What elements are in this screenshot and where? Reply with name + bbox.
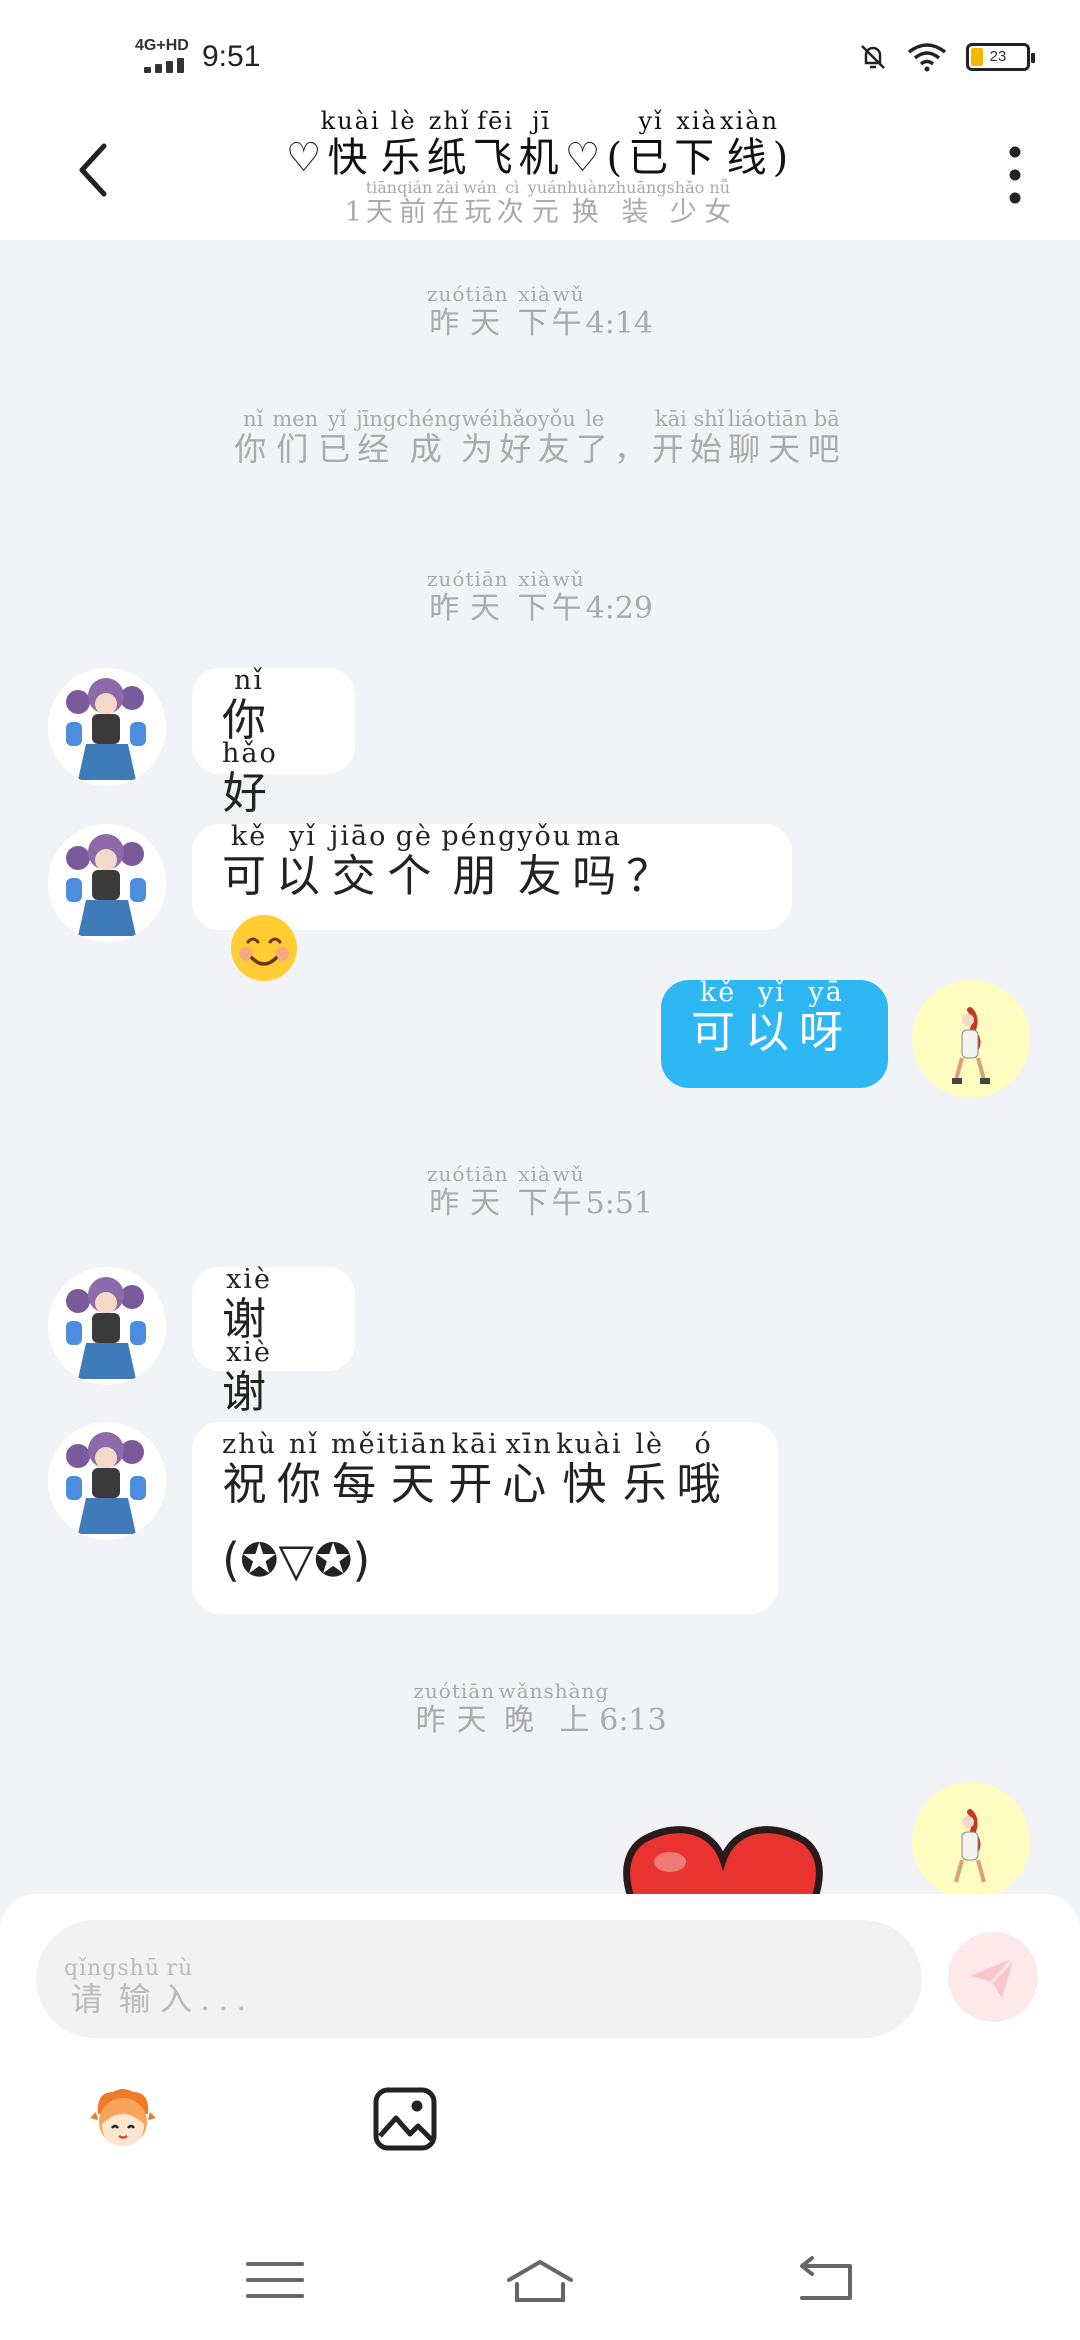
avatar-girl-icon	[66, 1432, 146, 1534]
message-bubble-outgoing[interactable]: 可kě以yǐ呀yā	[661, 977, 888, 1088]
emoji-mascot-icon[interactable]	[88, 2084, 158, 2154]
mute-bell-icon	[861, 45, 885, 69]
status-time: 9:51	[202, 40, 261, 73]
signal-icon	[144, 58, 184, 73]
battery-icon: 23	[966, 43, 1035, 71]
chat-subtitle: 1天tiān前qián在zài玩wán次cì元yuán换huàn装zhuāng少…	[344, 178, 736, 228]
status-icons: 23	[858, 42, 1035, 72]
avatar-girl-icon	[66, 678, 146, 780]
smiling-face-emoji	[231, 915, 297, 982]
avatar-redhair-icon	[952, 1007, 990, 1084]
system-nav-bar	[0, 2220, 1080, 2340]
contact-avatar[interactable]	[48, 824, 166, 942]
chat-header: ♡快kuài乐lè纸zhǐ飞fēi机jī♡(已yǐ下xià线xiàn) 1天ti…	[0, 107, 1080, 240]
message-bubble-incoming[interactable]: 可kě以yǐ交jiāo个gè朋péng友yǒu吗ma？	[192, 821, 792, 982]
image-icon[interactable]	[370, 2084, 440, 2154]
avatar-girl-icon	[66, 834, 146, 936]
system-message: 你nǐ们men已yǐ经jīng成chéng为wéi好hǎo友yǒu了le，开kā…	[234, 407, 846, 468]
timestamp: 昨zuó天tiān 下xià午wǔ4:14	[426, 282, 653, 341]
battery-percent: 23	[989, 48, 1007, 65]
message-bubble-incoming[interactable]: 谢xiè谢xiè	[192, 1264, 355, 1418]
message-bubble-incoming[interactable]: 祝zhù你nǐ每měi天tiān开kāi心xīn快kuài乐lè哦ó (✪▽✪)	[192, 1422, 778, 1614]
message-bubble-incoming[interactable]: 你nǐ好hǎo	[192, 665, 355, 819]
more-vertical-icon[interactable]	[995, 140, 1035, 210]
contact-avatar[interactable]	[48, 1422, 166, 1540]
message-text: 可kě以yǐ交jiāo个gè朋péng友yǒu吗ma？	[222, 821, 681, 902]
contact-avatar[interactable]	[48, 668, 166, 786]
avatar-girl-icon	[66, 1277, 146, 1379]
my-avatar[interactable]	[912, 1782, 1030, 1900]
timestamp: 昨zuó天tiān 下xià午wǔ5:51	[426, 1162, 653, 1221]
input-placeholder: 请qǐng输shū入rù...	[64, 1956, 255, 2018]
back-icon[interactable]	[790, 2250, 860, 2310]
message-text: 祝zhù你nǐ每měi天tiān开kāi心xīn快kuài乐lè哦ó	[222, 1429, 731, 1510]
home-icon[interactable]	[505, 2250, 575, 2310]
menu-icon[interactable]	[240, 2250, 310, 2310]
avatar-redhair-icon	[954, 1809, 986, 1883]
timestamp: 昨zuó天tiān 下xià午wǔ4:29	[426, 567, 653, 626]
kaomoji: (✪▽✪)	[222, 1533, 371, 1588]
my-avatar[interactable]	[912, 980, 1030, 1098]
message-input[interactable]: 请qǐng输shū入rù...	[36, 1920, 922, 2038]
heart-sticker[interactable]	[618, 1820, 828, 1895]
send-icon[interactable]	[948, 1932, 1038, 2022]
status-bar: 4G+HD 9:51 23	[0, 0, 1080, 110]
contact-avatar[interactable]	[48, 1267, 166, 1385]
network-type: 4G+HD	[135, 37, 189, 54]
wifi-icon	[907, 43, 947, 72]
timestamp: 昨zuó天tiān 晚wǎn上shàng6:13	[413, 1679, 667, 1738]
